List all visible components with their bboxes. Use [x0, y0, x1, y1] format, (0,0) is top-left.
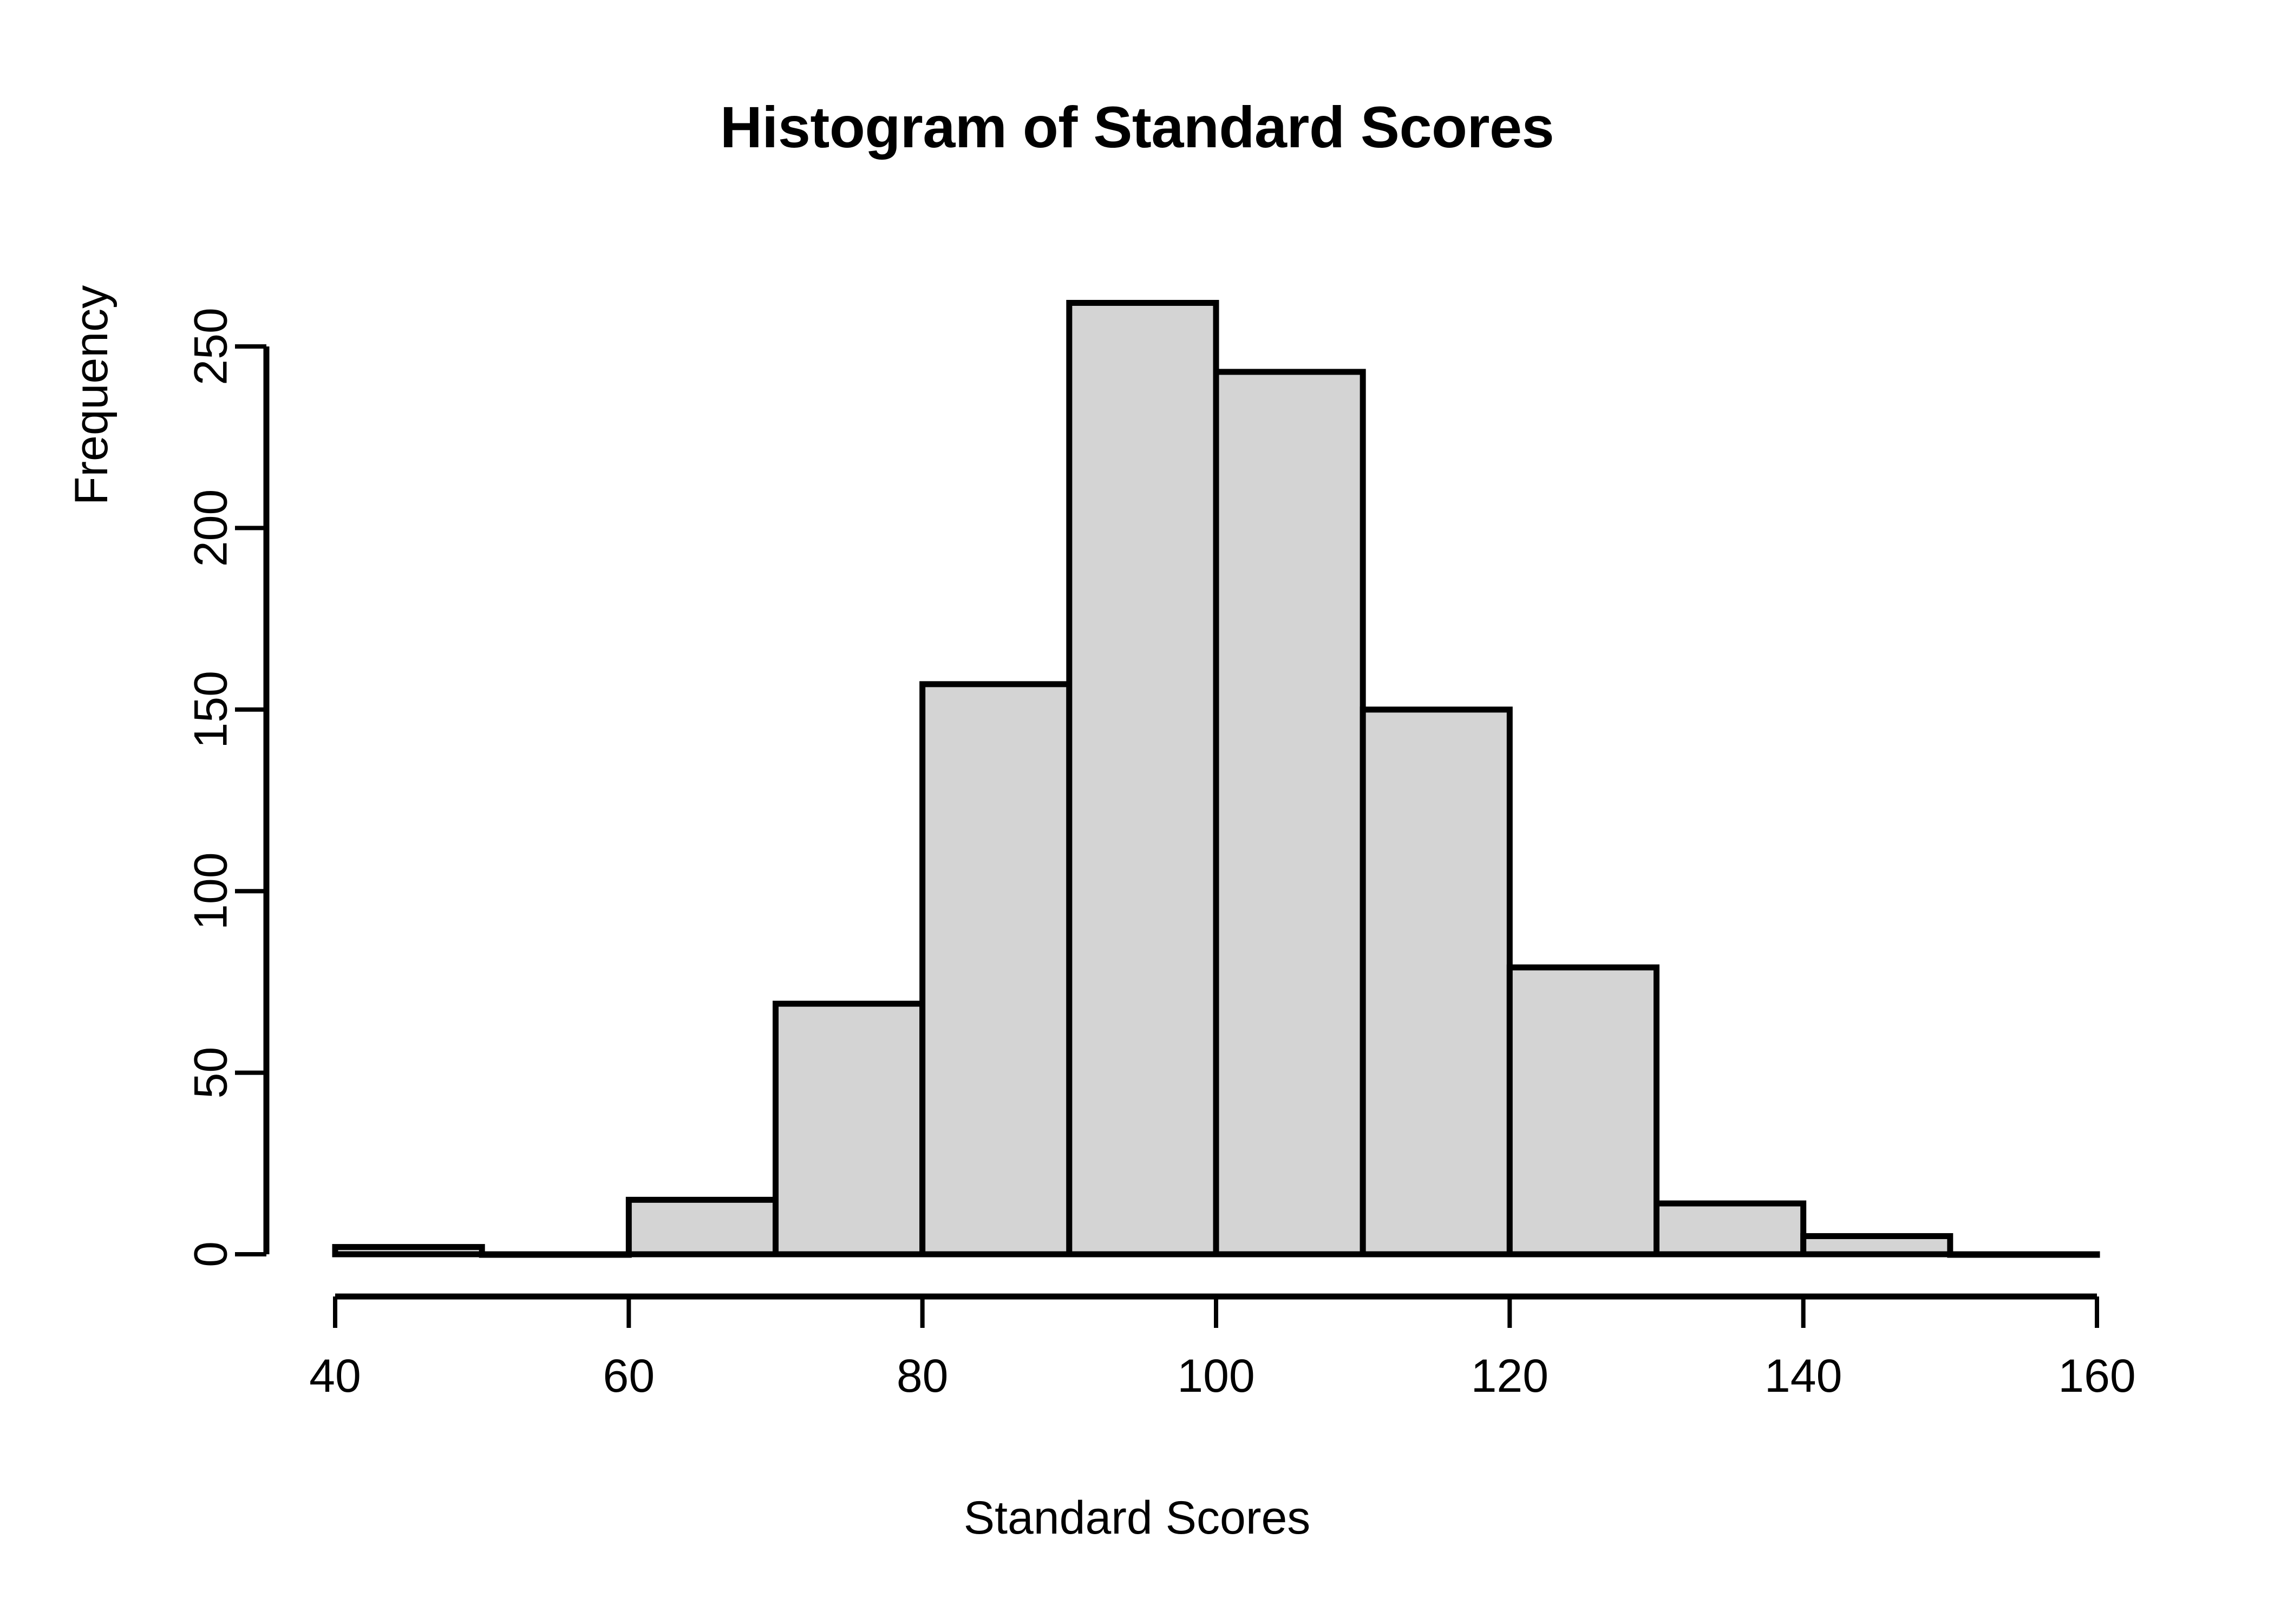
histogram-bar [1947, 1251, 2100, 1258]
histogram-bar [1654, 1200, 1807, 1258]
histogram-bar [1506, 964, 1659, 1258]
plot-canvas: 0 50 100 150 200 250 40 60 80 100 120 140 160 [185, 300, 2136, 1402]
y-tick-label: 50 [185, 1047, 237, 1099]
y-tick-group: 0 50 100 150 200 250 [185, 307, 266, 1267]
histogram-bar [773, 1000, 926, 1258]
x-tick-label: 60 [603, 1350, 655, 1402]
histogram-bar [1066, 300, 1219, 1258]
bars-group [332, 300, 2100, 1258]
histogram-bar [1213, 369, 1366, 1258]
histogram-bar [1800, 1233, 1953, 1258]
x-tick-label: 100 [1177, 1350, 1255, 1402]
y-tick-label: 100 [185, 852, 237, 930]
histogram-bar [479, 1251, 632, 1258]
y-tick-label: 250 [185, 307, 237, 385]
x-tick-label: 160 [2058, 1350, 2136, 1402]
x-tick-group: 40 60 80 100 120 140 160 [309, 1296, 2136, 1402]
y-tick-label: 150 [185, 671, 237, 749]
histogram-bar [919, 681, 1073, 1258]
x-tick-label: 40 [309, 1350, 361, 1402]
histogram-bar [1360, 706, 1513, 1258]
y-tick-label: 200 [185, 489, 237, 567]
histogram-plot: Histogram of Standard Scores Standard Sc… [0, 0, 2274, 1624]
histogram-bar [625, 1196, 779, 1258]
y-tick-label: 0 [185, 1241, 237, 1267]
histogram-bar [332, 1244, 485, 1258]
x-tick-label: 120 [1471, 1350, 1549, 1402]
x-tick-label: 80 [897, 1350, 949, 1402]
x-tick-label: 140 [1765, 1350, 1842, 1402]
